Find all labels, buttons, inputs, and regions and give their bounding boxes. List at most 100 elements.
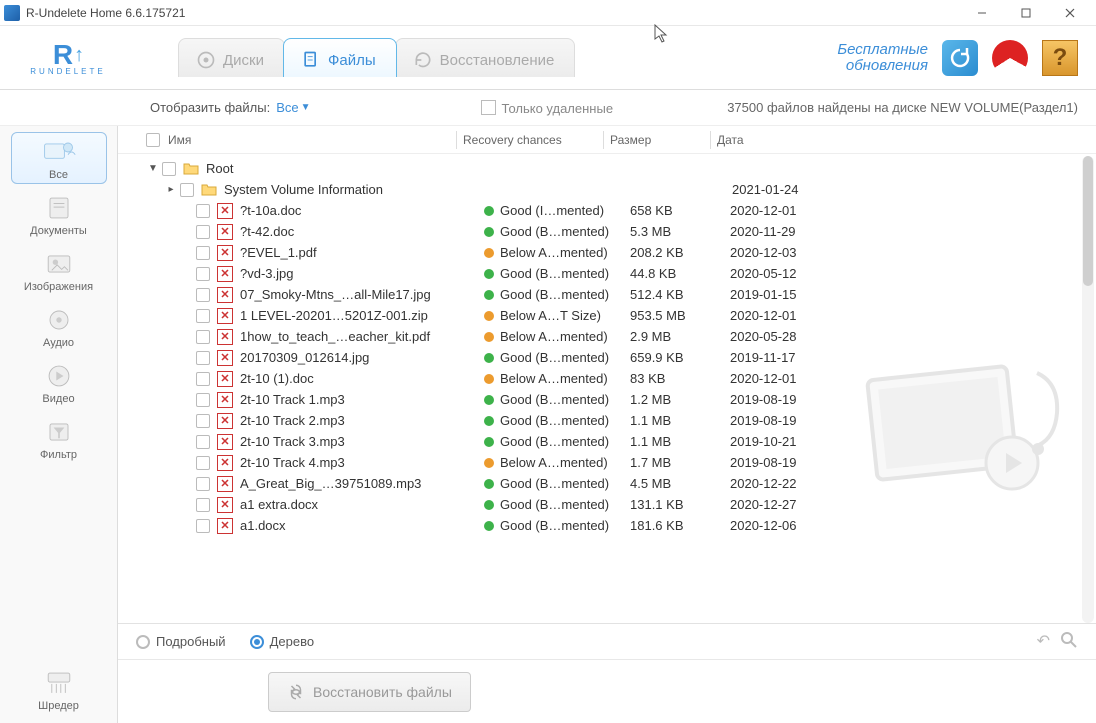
row-checkbox[interactable] bbox=[196, 288, 210, 302]
recovery-text: Good (I…mented) bbox=[500, 203, 604, 218]
status-dot-icon bbox=[484, 500, 494, 510]
row-checkbox[interactable] bbox=[196, 351, 210, 365]
row-checkbox[interactable] bbox=[162, 162, 176, 176]
maximize-button[interactable] bbox=[1004, 1, 1048, 25]
column-recovery[interactable]: Recovery chances bbox=[463, 133, 603, 147]
file-row[interactable]: ✕?t-10a.docGood (I…mented)658 KB2020-12-… bbox=[138, 200, 1096, 221]
row-checkbox[interactable] bbox=[196, 330, 210, 344]
tree-root-row[interactable]: ▼ Root bbox=[138, 158, 1096, 179]
row-size: 1.1 MB bbox=[630, 434, 730, 449]
only-deleted-checkbox[interactable]: Только удаленные bbox=[481, 100, 614, 116]
language-icon[interactable] bbox=[992, 40, 1028, 76]
row-name: ?EVEL_1.pdf bbox=[240, 245, 484, 260]
restore-files-button[interactable]: Восстановить файлы bbox=[268, 672, 471, 712]
recovery-text: Below A…mented) bbox=[500, 455, 608, 470]
row-size: 1.2 MB bbox=[630, 392, 730, 407]
sidebar-item-video[interactable]: Видео bbox=[11, 356, 107, 408]
search-icon[interactable] bbox=[1060, 631, 1078, 652]
row-size: 208.2 KB bbox=[630, 245, 730, 260]
back-icon[interactable]: ↶ bbox=[1037, 631, 1050, 652]
row-checkbox[interactable] bbox=[196, 456, 210, 470]
scrollbar-thumb[interactable] bbox=[1083, 156, 1093, 286]
row-checkbox[interactable] bbox=[196, 519, 210, 533]
row-checkbox[interactable] bbox=[180, 183, 194, 197]
status-dot-icon bbox=[484, 479, 494, 489]
row-date: 2020-12-22 bbox=[730, 476, 840, 491]
column-date[interactable]: Дата bbox=[717, 133, 837, 147]
file-row[interactable]: ✕1 LEVEL-20201…5201Z-001.zipBelow A…T Si… bbox=[138, 305, 1096, 326]
radio-detailed[interactable] bbox=[136, 635, 150, 649]
close-button[interactable] bbox=[1048, 1, 1092, 25]
filter-icon bbox=[29, 417, 89, 447]
vertical-scrollbar[interactable] bbox=[1082, 156, 1094, 623]
file-row[interactable]: ✕07_Smoky-Mtns_…all-Mile17.jpgGood (B…me… bbox=[138, 284, 1096, 305]
expand-icon[interactable]: ▸ bbox=[164, 184, 178, 195]
select-all-checkbox[interactable] bbox=[146, 133, 160, 147]
row-size: 5.3 MB bbox=[630, 224, 730, 239]
chevron-down-icon[interactable]: ▼ bbox=[301, 102, 311, 113]
sidebar-item-documents[interactable]: Документы bbox=[11, 188, 107, 240]
row-name: a1.docx bbox=[240, 518, 484, 533]
file-row[interactable]: ✕?vd-3.jpgGood (B…mented)44.8 KB2020-05-… bbox=[138, 263, 1096, 284]
row-date: 2020-12-01 bbox=[730, 371, 840, 386]
row-checkbox[interactable] bbox=[196, 309, 210, 323]
sidebar-item-images[interactable]: Изображения bbox=[11, 244, 107, 296]
help-button[interactable]: ? bbox=[1042, 40, 1078, 76]
file-type-icon: ✕ bbox=[216, 434, 234, 450]
row-checkbox[interactable] bbox=[196, 225, 210, 239]
sidebar-item-filter[interactable]: Фильтр bbox=[11, 412, 107, 464]
filter-all-dropdown[interactable]: Все bbox=[276, 100, 298, 115]
row-name: ?t-10a.doc bbox=[240, 203, 484, 218]
row-date: 2019-08-19 bbox=[730, 455, 840, 470]
row-recovery: Good (B…mented) bbox=[484, 476, 630, 491]
row-checkbox[interactable] bbox=[196, 393, 210, 407]
row-recovery: Good (B…mented) bbox=[484, 224, 630, 239]
recovery-text: Good (B…mented) bbox=[500, 497, 609, 512]
row-name: ?t-42.doc bbox=[240, 224, 484, 239]
row-date: 2020-12-01 bbox=[730, 308, 840, 323]
file-row[interactable]: ✕ ?t-42.docGood (B…mented)5.3 MB2020-11-2… bbox=[138, 221, 1096, 242]
recovery-text: Good (B…mented) bbox=[500, 434, 609, 449]
tab-disks[interactable]: Диски bbox=[178, 38, 285, 77]
file-type-icon: ✕ bbox=[216, 224, 234, 240]
row-checkbox[interactable] bbox=[196, 372, 210, 386]
row-size: 181.6 KB bbox=[630, 518, 730, 533]
row-checkbox[interactable] bbox=[196, 246, 210, 260]
category-sidebar: Все Документы Изображения Аудио Видео Фи… bbox=[0, 126, 118, 723]
tab-files[interactable]: Файлы bbox=[283, 38, 397, 77]
images-icon bbox=[29, 249, 89, 279]
updates-spin-icon[interactable] bbox=[942, 40, 978, 76]
app-logo: R↑ RUNDELETE bbox=[18, 33, 118, 83]
radio-tree[interactable] bbox=[250, 635, 264, 649]
file-tree[interactable]: ▼ Root ▸ System Volume Information 2021-… bbox=[118, 154, 1096, 623]
minimize-button[interactable] bbox=[960, 1, 1004, 25]
tab-restore[interactable]: Восстановление bbox=[395, 38, 576, 77]
row-checkbox[interactable] bbox=[196, 477, 210, 491]
file-row[interactable]: ✕1how_to_teach_…eacher_kit.pdfBelow A…me… bbox=[138, 326, 1096, 347]
recovery-text: Below A…mented) bbox=[500, 329, 608, 344]
row-date: 2020-11-29 bbox=[730, 224, 840, 239]
row-checkbox[interactable] bbox=[196, 204, 210, 218]
column-name[interactable]: Имя bbox=[168, 133, 456, 147]
expand-icon[interactable]: ▼ bbox=[146, 163, 160, 174]
free-updates-link[interactable]: Бесплатные обновления bbox=[837, 42, 928, 74]
view-mode-bar: Подробный Дерево ↶ bbox=[118, 623, 1096, 659]
folder-icon bbox=[200, 182, 218, 198]
file-row[interactable]: ✕?EVEL_1.pdfBelow A…mented)208.2 KB2020-… bbox=[138, 242, 1096, 263]
column-size[interactable]: Размер bbox=[610, 133, 710, 147]
row-checkbox[interactable] bbox=[196, 435, 210, 449]
recycle-icon bbox=[287, 683, 305, 701]
recovery-text: Good (B…mented) bbox=[500, 413, 609, 428]
row-checkbox[interactable] bbox=[196, 414, 210, 428]
row-checkbox[interactable] bbox=[196, 267, 210, 281]
row-checkbox[interactable] bbox=[196, 498, 210, 512]
documents-icon bbox=[29, 193, 89, 223]
sidebar-item-label: Видео bbox=[42, 393, 74, 405]
file-row[interactable]: ✕a1.docxGood (B…mented)181.6 KB2020-12-0… bbox=[138, 515, 1096, 536]
tree-folder-row[interactable]: ▸ System Volume Information 2021-01-24 bbox=[138, 179, 1096, 200]
sidebar-item-audio[interactable]: Аудио bbox=[11, 300, 107, 352]
logo-subtext: RUNDELETE bbox=[30, 67, 105, 76]
sidebar-item-all[interactable]: Все bbox=[11, 132, 107, 184]
row-size: 2.9 MB bbox=[630, 329, 730, 344]
sidebar-item-shredder[interactable]: Шредер bbox=[11, 663, 107, 715]
